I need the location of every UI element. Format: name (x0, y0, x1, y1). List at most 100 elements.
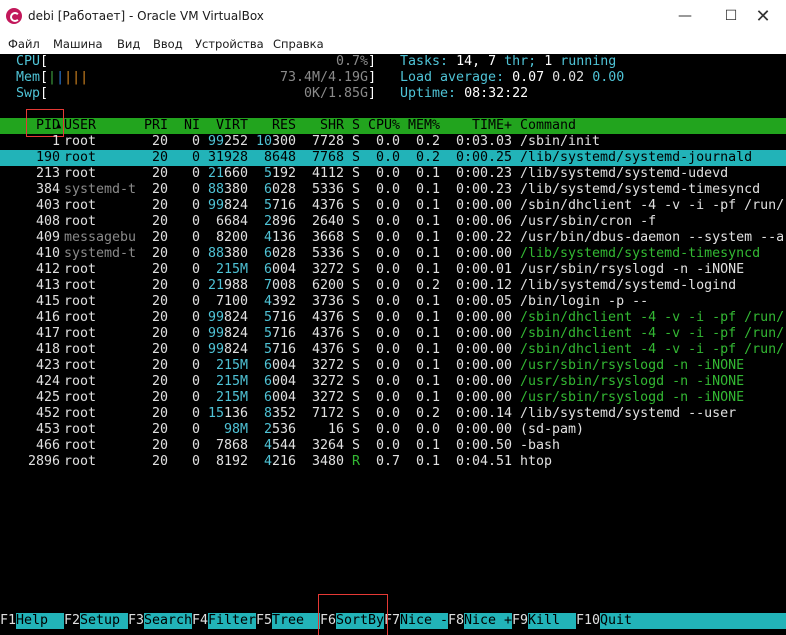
cell-res: 5716 (263, 310, 296, 325)
cell-pid: 190 (35, 150, 60, 165)
cell-pri: 20 (151, 342, 168, 357)
cell-pid: 425 (35, 390, 60, 405)
cell-cpu: 0.0 (375, 166, 400, 181)
menu-input[interactable]: Ввод (153, 37, 183, 51)
cell-s: S (352, 262, 361, 277)
cell-s: S (352, 438, 361, 453)
cell-virt: 99824 (207, 198, 248, 213)
menu-machine[interactable]: Машина (53, 37, 103, 51)
cell-pri: 20 (151, 214, 168, 229)
cell-cmd: /usr/sbin/rsyslogd -n -iNONE (520, 262, 745, 277)
cell-time: 0:00.00 (455, 246, 512, 261)
cell-pri: 20 (151, 374, 168, 389)
cell-res: 2536 (263, 422, 296, 437)
cell-mem: 0.1 (415, 214, 440, 229)
menu-view[interactable]: Вид (117, 37, 140, 51)
cell-user: root (64, 406, 97, 421)
cell-shr: 3272 (311, 374, 344, 389)
cell-mem: 0.1 (415, 198, 440, 213)
cell-shr: 16 (327, 422, 344, 437)
cell-cpu: 0.0 (375, 150, 400, 165)
fkey-label-tree[interactable]: Tree (272, 613, 320, 629)
column-header-ni: NI (183, 118, 200, 133)
fkey-label-help[interactable]: Help (16, 613, 64, 629)
cell-mem: 0.1 (415, 182, 440, 197)
cell-ni: 0 (191, 198, 200, 213)
cell-time: 0:00.12 (455, 278, 512, 293)
fkey-f3[interactable]: F3 (128, 613, 145, 629)
fkey-f8[interactable]: F8 (448, 613, 465, 629)
fkey-label-search[interactable]: Search (144, 613, 192, 629)
cell-ni: 0 (191, 374, 200, 389)
fkey-label-quit[interactable]: Quit (600, 613, 786, 629)
cell-s: S (352, 342, 361, 357)
fkey-label-setup[interactable]: Setup (80, 613, 128, 629)
cell-pri: 20 (151, 230, 168, 245)
cell-virt: 215M (215, 390, 248, 405)
cell-virt: 99824 (207, 326, 248, 341)
cell-pid: 384 (35, 182, 60, 197)
fkey-f9[interactable]: F9 (512, 613, 529, 629)
fkey-label-kill[interactable]: Kill (528, 613, 576, 629)
close-icon[interactable]: ✕ (740, 0, 786, 33)
cell-cmd: /usr/sbin/rsyslogd -n -iNONE (520, 390, 745, 405)
terminal-screen[interactable]: CPU[ 0.7%] Mem[||||| 73.4M/4.19G] Swp[ 0… (0, 54, 786, 635)
cell-mem: 0.2 (415, 406, 440, 421)
fkey-f1[interactable]: F1 (0, 613, 17, 629)
cell-pid: 453 (35, 422, 60, 437)
cell-mem: 0.2 (415, 150, 440, 165)
swp-meter-value: 0K/1.85G] (304, 86, 377, 101)
cell-time: 0:00.00 (455, 310, 512, 325)
cell-res: 6004 (263, 390, 296, 405)
cell-user: systemd-t (64, 182, 137, 197)
fkey-label-nice[interactable]: Nice - (400, 613, 448, 629)
swp-meter: Swp[ (16, 86, 49, 101)
column-header-s: S (352, 118, 361, 133)
cell-pid: 416 (35, 310, 60, 325)
cell-ni: 0 (191, 390, 200, 405)
cell-ni: 0 (191, 278, 200, 293)
cell-cmd: /sbin/init (520, 134, 601, 149)
cell-pid: 2896 (27, 454, 60, 469)
cell-cmd: /sbin/dhclient -4 -v -i -pf /run/ (520, 326, 785, 341)
cell-pri: 20 (151, 454, 168, 469)
column-header-pri: PRI (143, 118, 168, 133)
cell-user: root (64, 278, 97, 293)
menu-file[interactable]: Файл (8, 37, 40, 51)
cell-ni: 0 (191, 454, 200, 469)
cell-virt: 98M (223, 422, 248, 437)
fkey-f4[interactable]: F4 (192, 613, 209, 629)
menu-help[interactable]: Справка (273, 37, 324, 51)
cell-virt: 215M (215, 374, 248, 389)
fkey-f5[interactable]: F5 (256, 613, 273, 629)
menu-devices[interactable]: Устройства (195, 37, 264, 51)
cell-virt: 88380 (207, 182, 248, 197)
cell-cmd: /lib/systemd/systemd-journald (520, 150, 753, 165)
cell-cpu: 0.0 (375, 326, 400, 341)
cell-cpu: 0.0 (375, 262, 400, 277)
tasks-summary: Tasks: 14, 7 thr; 1 running (400, 54, 617, 69)
minimize-icon[interactable]: — (662, 0, 708, 33)
cell-s: S (352, 166, 361, 181)
fkey-f10[interactable]: F10 (576, 613, 601, 629)
cell-ni: 0 (191, 358, 200, 373)
cell-cmd: /usr/sbin/rsyslogd -n -iNONE (520, 358, 745, 373)
cell-user: root (64, 134, 97, 149)
cell-shr: 7728 (311, 134, 344, 149)
cell-res: 5716 (263, 198, 296, 213)
cell-virt: 215M (215, 262, 248, 277)
cell-shr: 3736 (311, 294, 344, 309)
virtualbox-app-icon (6, 8, 22, 24)
cell-s: S (352, 182, 361, 197)
cell-time: 0:00.05 (455, 294, 512, 309)
cell-s: S (352, 294, 361, 309)
fkey-label-nice[interactable]: Nice + (464, 613, 512, 629)
cell-s: S (352, 198, 361, 213)
cell-pri: 20 (151, 310, 168, 325)
fkey-f2[interactable]: F2 (64, 613, 81, 629)
cell-virt: 8192 (215, 454, 248, 469)
cell-shr: 5336 (311, 246, 344, 261)
cell-shr: 3668 (311, 230, 344, 245)
fkey-label-filter[interactable]: Filter (208, 613, 256, 629)
cell-time: 0:00.00 (455, 342, 512, 357)
